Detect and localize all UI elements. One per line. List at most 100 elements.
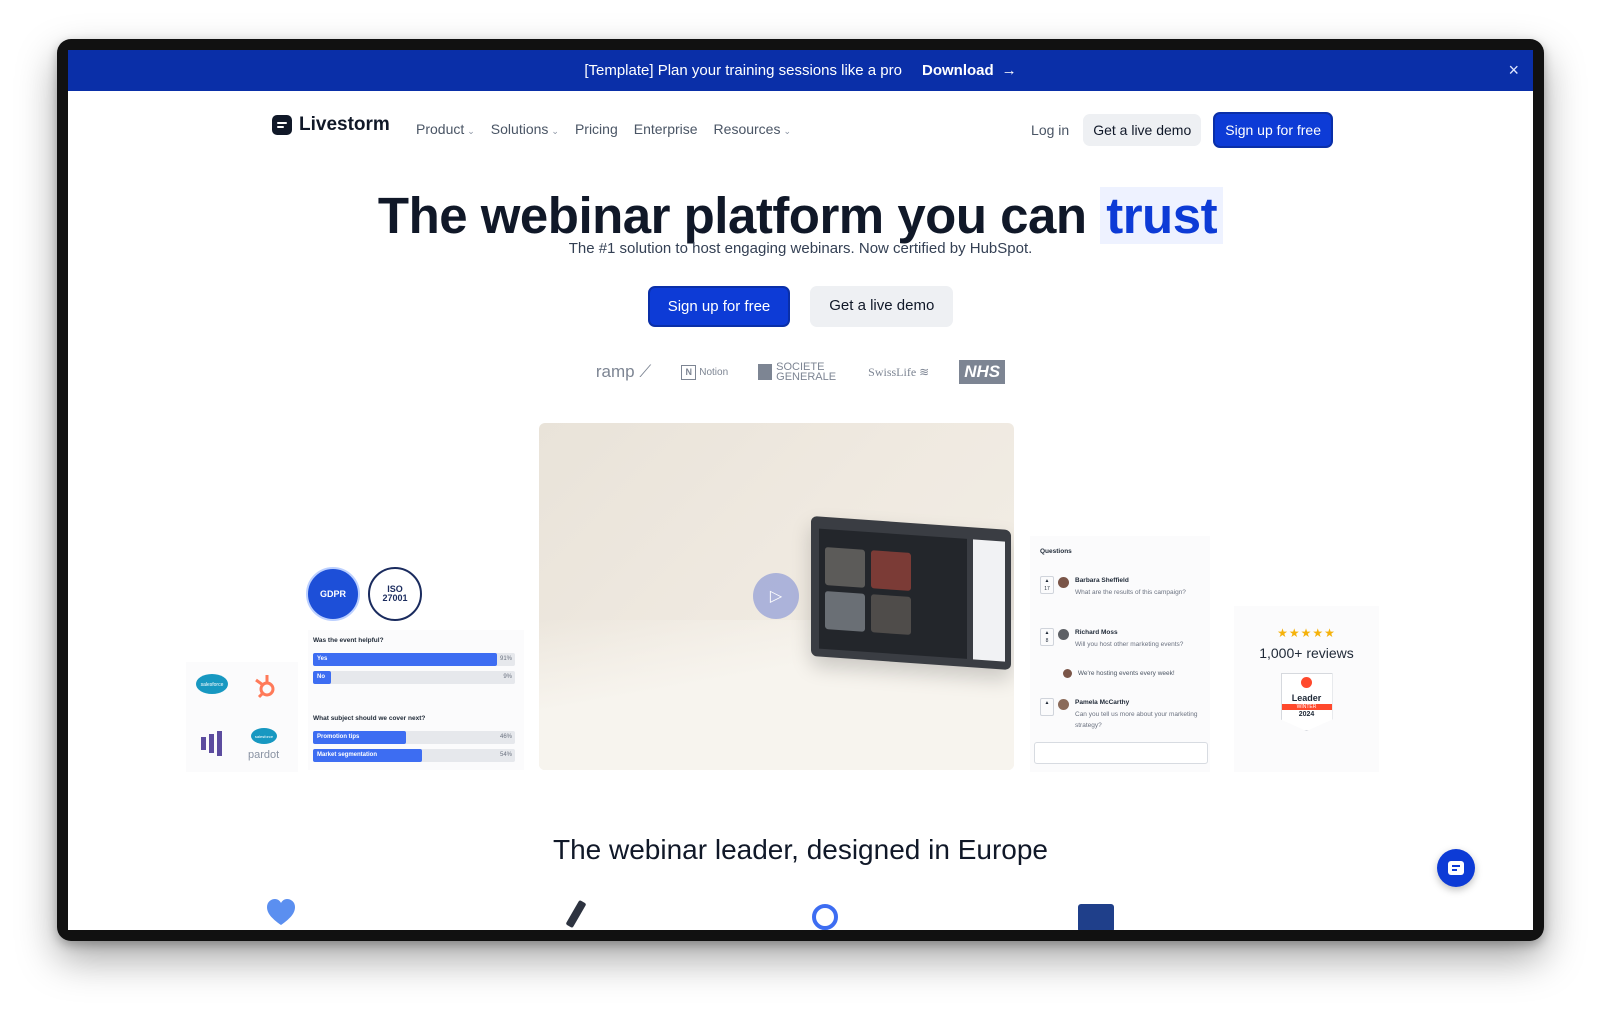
nav-actions: Log in Get a live demo Sign up for free bbox=[1031, 112, 1333, 148]
nav-item-resources[interactable]: Resources ⌄ bbox=[714, 121, 791, 137]
logo-text: SOCIETE GENERALE bbox=[776, 361, 837, 383]
vote-count: 8 bbox=[1045, 638, 1049, 644]
ramp-logo: ramp ⟋ bbox=[595, 362, 652, 381]
poll-card: Was the event helpful? Yes 91% No 9% Wha… bbox=[308, 630, 524, 770]
svg-text:salesforce: salesforce bbox=[254, 734, 273, 739]
announcement-text: [Template] Plan your training sessions l… bbox=[584, 62, 902, 79]
question-input[interactable] bbox=[1034, 742, 1208, 764]
nav-menu: Product ⌄ Solutions ⌄ Pricing Enterprise R… bbox=[416, 121, 791, 137]
hero-signup-button[interactable]: Sign up for free bbox=[647, 286, 791, 327]
svg-text:salesforce: salesforce bbox=[201, 682, 224, 688]
poll-option: No 9% bbox=[313, 671, 515, 684]
poll-option: Market segmentation 54% bbox=[313, 749, 515, 762]
badge-title: Leader bbox=[1291, 693, 1322, 703]
question-author: Barbara Sheffield bbox=[1075, 577, 1129, 584]
gdpr-badge-icon: GDPR bbox=[306, 567, 360, 621]
arrow-right-icon: → bbox=[1001, 62, 1017, 79]
laptop-illustration bbox=[811, 516, 1011, 670]
upvote-button[interactable]: ▲ 17 bbox=[1040, 576, 1054, 594]
box-icon bbox=[1076, 902, 1114, 930]
g2-badge-icon: Leader WINTER 2024 bbox=[1280, 673, 1333, 731]
avatar bbox=[1063, 669, 1072, 678]
poll-option-percent: 54% bbox=[499, 752, 512, 758]
brand-logo[interactable]: Livestorm bbox=[272, 114, 390, 136]
play-icon[interactable]: ▷ bbox=[753, 573, 799, 619]
browser-viewport: [Template] Plan your training sessions l… bbox=[68, 50, 1533, 930]
poll-option-percent: 46% bbox=[499, 734, 512, 740]
nav-item-label: Solutions bbox=[490, 121, 549, 137]
badge-season: WINTER bbox=[1281, 704, 1332, 710]
question-reply: We're hosting events every week! bbox=[1063, 669, 1175, 678]
avatar bbox=[1058, 577, 1069, 588]
logo-text: ramp bbox=[595, 362, 635, 381]
chevron-down-icon: ⌄ bbox=[551, 126, 559, 136]
pardot-label: pardot bbox=[248, 749, 280, 761]
hero-demo-button[interactable]: Get a live demo bbox=[810, 286, 954, 327]
poll-option-percent: 91% bbox=[499, 656, 512, 662]
swisslife-logo: SwissLife ≋ bbox=[868, 364, 930, 379]
question-author: Pamela McCarthy bbox=[1075, 699, 1130, 706]
nav-item-solutions[interactable]: Solutions ⌄ bbox=[491, 121, 559, 137]
signup-button[interactable]: Sign up for free bbox=[1213, 112, 1333, 148]
poll-option-label: Market segmentation bbox=[317, 752, 378, 758]
get-demo-button[interactable]: Get a live demo bbox=[1083, 114, 1202, 146]
poll-question: Was the event helpful? bbox=[313, 637, 384, 644]
nav-item-pricing[interactable]: Pricing bbox=[575, 121, 618, 137]
login-link[interactable]: Log in bbox=[1031, 122, 1069, 138]
poll-option: Yes 91% bbox=[313, 653, 515, 666]
laptop-sidebar bbox=[973, 539, 1005, 662]
video-tile bbox=[825, 590, 865, 632]
star-rating-icon: ★★★★★ bbox=[1277, 626, 1336, 640]
livestorm-logo-icon bbox=[272, 115, 292, 135]
heart-icon bbox=[266, 898, 296, 928]
iso-badge-icon: ISO 27001 bbox=[368, 567, 422, 621]
societe-generale-logo: SOCIETE GENERALE bbox=[758, 361, 838, 383]
chevron-down-icon: ⌄ bbox=[467, 126, 475, 136]
nav-item-enterprise[interactable]: Enterprise bbox=[634, 121, 698, 137]
chat-icon bbox=[1448, 861, 1464, 875]
avatar bbox=[1058, 629, 1069, 640]
top-nav: Livestorm Product ⌄ Solutions ⌄ Pricing En… bbox=[68, 112, 1533, 148]
download-label: Download bbox=[922, 62, 994, 79]
hero-video[interactable]: ▷ bbox=[539, 423, 1014, 770]
logo-text: SwissLife bbox=[868, 364, 917, 379]
video-tile bbox=[825, 546, 865, 588]
tool-icon bbox=[562, 898, 592, 928]
section-title: The webinar leader, designed in Europe bbox=[552, 834, 1048, 865]
chat-widget-button[interactable] bbox=[1437, 849, 1475, 887]
announcement-bar: [Template] Plan your training sessions l… bbox=[68, 50, 1533, 91]
hero-title-main: The webinar platform you can bbox=[377, 187, 1087, 244]
marketo-icon bbox=[200, 730, 224, 758]
upvote-button[interactable]: ▲ 8 bbox=[1040, 628, 1054, 646]
g2-logo-icon bbox=[1301, 677, 1312, 688]
close-icon[interactable]: × bbox=[1508, 60, 1519, 81]
nhs-logo: NHS bbox=[959, 360, 1006, 384]
download-link[interactable]: Download → bbox=[922, 62, 1017, 79]
vote-count: 17 bbox=[1044, 586, 1050, 592]
video-tile bbox=[871, 550, 911, 591]
question-text: Will you host other marketing events? bbox=[1075, 641, 1184, 648]
question-text: What are the results of this campaign? bbox=[1075, 589, 1186, 596]
video-tile bbox=[871, 594, 911, 635]
reply-text: We're hosting events every week! bbox=[1077, 670, 1175, 678]
upvote-button[interactable]: ▲ bbox=[1040, 698, 1054, 716]
badge-year: 2024 bbox=[1298, 711, 1315, 718]
laptop-screen bbox=[819, 528, 967, 659]
poll-fill bbox=[313, 653, 497, 666]
question-author: Richard Moss bbox=[1075, 629, 1118, 636]
search-icon bbox=[810, 902, 840, 930]
salesforce-icon: salesforce bbox=[195, 672, 229, 698]
nav-item-label: Resources bbox=[713, 121, 781, 137]
poll-option-percent: 9% bbox=[503, 674, 512, 680]
hero-title-accent: trust bbox=[1100, 187, 1224, 244]
questions-header: Questions bbox=[1040, 548, 1072, 555]
nav-item-label: Product bbox=[416, 121, 465, 137]
questions-card: Questions ▲ 17 Barbara Sheffield What are… bbox=[1030, 536, 1210, 772]
notion-logo: N Notion bbox=[681, 364, 728, 380]
nav-item-product[interactable]: Product ⌄ bbox=[416, 121, 475, 137]
question-text: Can you tell us more about your marketin… bbox=[1075, 711, 1198, 729]
hubspot-icon bbox=[252, 672, 278, 702]
hero-title: The webinar platform you can trust bbox=[68, 186, 1533, 245]
hero-subtitle: The #1 solution to host engaging webinar… bbox=[568, 240, 1033, 257]
badge-label: ISO 27001 bbox=[382, 584, 408, 603]
